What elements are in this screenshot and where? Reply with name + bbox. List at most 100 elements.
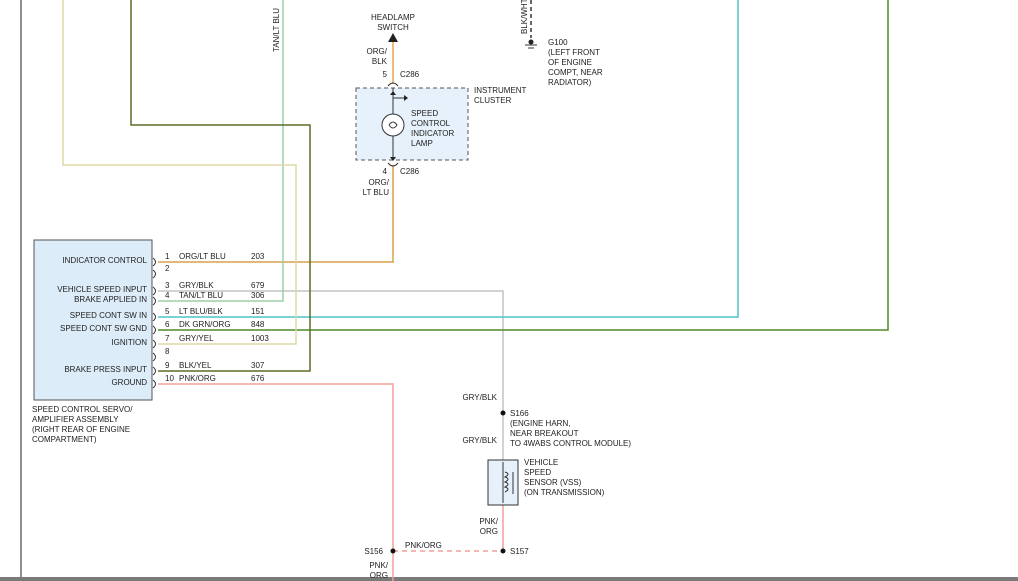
g100-label-2: (LEFT FRONT: [548, 48, 600, 57]
wire-org-lt-blu: [158, 165, 394, 263]
c286-bottom-connector-icon: [387, 162, 399, 167]
pin-connector-icon: [152, 325, 156, 335]
tan-lt-blu-vertical-label: TAN/LT BLU: [272, 8, 281, 52]
module-pin-wire-color: TAN/LT BLU: [179, 291, 223, 300]
pnk-org-mid-label: PNK/ORG: [405, 541, 442, 550]
c286-bottom-label: C286: [400, 167, 420, 176]
pnk-org-vss-label-1: PNK/: [479, 517, 498, 526]
module-pin-name: SPEED CONT SW IN: [70, 311, 147, 320]
module-pin-number: 3: [165, 281, 170, 290]
g100-label-4: COMPT, NEAR: [548, 68, 603, 77]
module-pin-wire-color: BLK/YEL: [179, 361, 212, 370]
module-pin-name: INDICATOR CONTROL: [62, 256, 147, 265]
org-blk-label-2: BLK: [372, 57, 388, 66]
module-pin-number: 10: [165, 374, 174, 383]
module-pin-name: IGNITION: [111, 338, 147, 347]
module-pin-name: VEHICLE SPEED INPUT: [57, 285, 147, 294]
module-pin-number: 9: [165, 361, 170, 370]
headlamp-switch-arrow-icon: [388, 33, 398, 42]
lamp-label-3: INDICATOR: [411, 129, 454, 138]
module-pin-name: BRAKE PRESS INPUT: [64, 365, 147, 374]
module-pin-wire-color: PNK/ORG: [179, 374, 216, 383]
org-lt-blu-label-2: LT BLU: [363, 188, 390, 197]
indicator-lamp-icon: [381, 113, 405, 137]
module-title-4: COMPARTMENT): [32, 435, 97, 444]
module-title-1: SPEED CONTROL SERVO/: [32, 405, 133, 414]
module-pin-circuit: 1003: [251, 334, 269, 343]
pin-connector-icon: [152, 312, 156, 322]
s166-label: S166: [510, 409, 529, 418]
module-pin-name: GROUND: [111, 378, 147, 387]
module-pin-number: 8: [165, 347, 170, 356]
vss-label-3: SENSOR (VSS): [524, 478, 582, 487]
s156-label: S156: [364, 547, 383, 556]
g100-splice-icon: [528, 39, 534, 45]
blk-wht-vertical-label: BLK/WHT: [520, 0, 529, 34]
lamp-label-2: CONTROL: [411, 119, 451, 128]
pin-connector-icon: [152, 286, 156, 296]
module-pin-wire-color: DK GRN/ORG: [179, 320, 231, 329]
s166-desc-2: NEAR BREAKOUT: [510, 429, 579, 438]
s157-splice-icon: [500, 548, 506, 554]
vss-label-4: (ON TRANSMISSION): [524, 488, 605, 497]
wiring-diagram: HEADLAMP SWITCH ORG/ BLK 5 C286 TAN/LT B…: [0, 0, 1018, 581]
module-pin-number: 6: [165, 320, 170, 329]
wire-pnk-org: [158, 383, 394, 551]
module-pin-wire-color: ORG/LT BLU: [179, 252, 226, 261]
headlamp-switch-label-1: HEADLAMP: [371, 13, 415, 22]
module-pin-circuit: 679: [251, 281, 265, 290]
module-pin-circuit: 306: [251, 291, 265, 300]
module-pin-number: 2: [165, 264, 170, 273]
pnk-org-vss-label-2: ORG: [480, 527, 498, 536]
instrument-cluster-label-1: INSTRUMENT: [474, 86, 527, 95]
module-pin-circuit: 676: [251, 374, 265, 383]
vss-label-1: VEHICLE: [524, 458, 558, 467]
pin-connector-icon: [152, 296, 156, 306]
s157-label: S157: [510, 547, 529, 556]
instrument-cluster-label-2: CLUSTER: [474, 96, 512, 105]
pin-connector-icon: [152, 269, 156, 279]
s166-splice-icon: [500, 410, 506, 416]
lamp-label-4: LAMP: [411, 139, 433, 148]
pnk-org-bottom-label-2: ORG: [370, 571, 388, 580]
g100-label-5: RADIATOR): [548, 78, 592, 87]
module-pin-number: 4: [165, 291, 170, 300]
s166-desc-1: (ENGINE HARN,: [510, 419, 570, 428]
pin-connector-icon: [152, 366, 156, 376]
pin-connector-icon: [152, 379, 156, 389]
s166-desc-3: TO 4WABS CONTROL MODULE): [510, 439, 631, 448]
bottom-bar: [0, 577, 1018, 581]
module-pin-circuit: 203: [251, 252, 265, 261]
g100-label-1: G100: [548, 38, 568, 47]
pin4-label: 4: [383, 167, 388, 176]
headlamp-switch-label-2: SWITCH: [377, 23, 409, 32]
gry-blk-lower-label: GRY/BLK: [462, 436, 497, 445]
org-blk-label-1: ORG/: [367, 47, 388, 56]
module-title-2: AMPLIFIER ASSEMBLY: [32, 415, 119, 424]
module-pin-number: 1: [165, 252, 170, 261]
c286-top-label: C286: [400, 70, 420, 79]
module-pin-wire-color: GRY/YEL: [179, 334, 214, 343]
g100-label-3: OF ENGINE: [548, 58, 592, 67]
module-pin-circuit: 307: [251, 361, 265, 370]
module-pin-name: BRAKE APPLIED IN: [74, 295, 147, 304]
module-pin-name: SPEED CONT SW GND: [60, 324, 147, 333]
module-pin-number: 5: [165, 307, 170, 316]
s156-splice-icon: [390, 548, 396, 554]
pin-connector-icon: [152, 339, 156, 349]
lamp-label-1: SPEED: [411, 109, 438, 118]
module-pin-wire-color: GRY/BLK: [179, 281, 214, 290]
pin-connector-icon: [152, 257, 156, 267]
module-pin-circuit: 848: [251, 320, 265, 329]
vss-label-2: SPEED: [524, 468, 551, 477]
module-pin-wire-color: LT BLU/BLK: [179, 307, 223, 316]
module-pin-number: 7: [165, 334, 170, 343]
pin-connector-icon: [152, 352, 156, 362]
pin5-label: 5: [383, 70, 388, 79]
pnk-org-bottom-label-1: PNK/: [369, 561, 388, 570]
org-lt-blu-label-1: ORG/: [369, 178, 390, 187]
gry-blk-upper-label: GRY/BLK: [462, 393, 497, 402]
c286-top-connector-icon: [387, 82, 399, 87]
module-pin-circuit: 151: [251, 307, 265, 316]
module-title-3: (RIGHT REAR OF ENGINE: [32, 425, 130, 434]
